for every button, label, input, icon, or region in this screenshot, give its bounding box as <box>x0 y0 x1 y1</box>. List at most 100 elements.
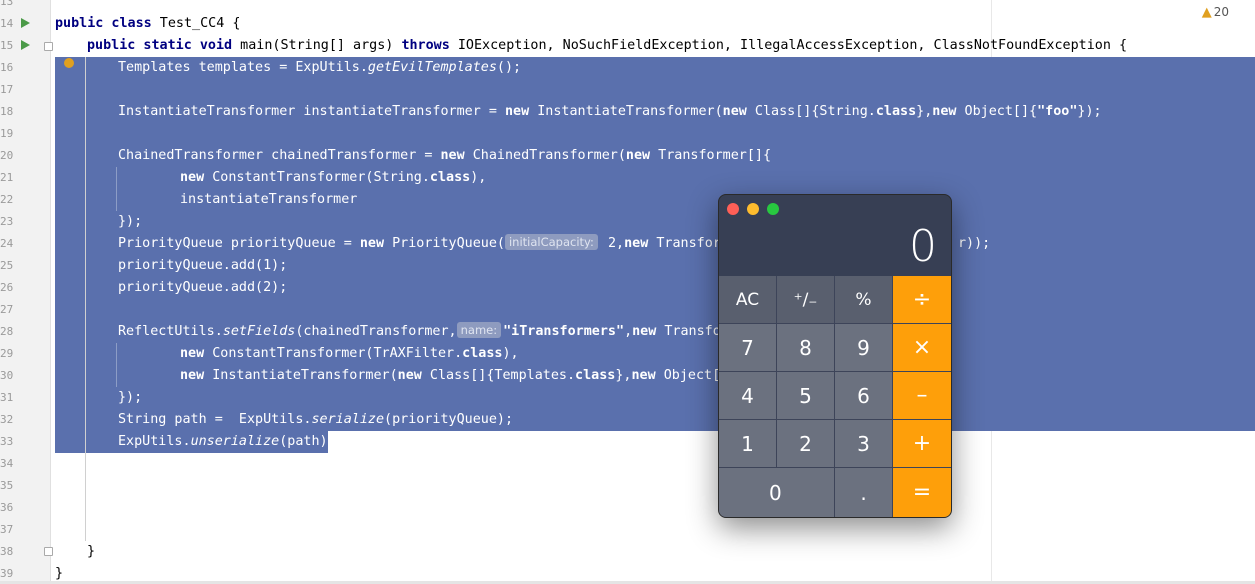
code-editor[interactable]: 13 14 15 16 17 18 19 20 21 22 23 24 25 2… <box>0 0 1255 584</box>
digit-8-button[interactable]: 8 <box>777 324 834 371</box>
keyword: class <box>875 104 917 119</box>
code-line[interactable]: ExpUtils.unserialize(path); <box>55 431 336 453</box>
line-number: 13 <box>0 0 14 8</box>
minimize-button[interactable] <box>747 203 759 215</box>
string-literal: "iTransformers" <box>503 324 625 339</box>
all-clear-button[interactable]: AC <box>719 276 776 323</box>
keyword: new <box>180 170 205 185</box>
keyword: new <box>625 148 651 163</box>
method-call: getEvilTemplates <box>367 60 497 75</box>
line-number: 21 <box>0 171 14 184</box>
code-text: (chainedTransformer, <box>295 324 457 339</box>
code-text: }, <box>916 104 933 119</box>
decimal-button[interactable]: . <box>835 468 892 517</box>
equals-button[interactable]: = <box>893 468 951 517</box>
code-line[interactable]: } <box>55 541 95 563</box>
subtract-button[interactable]: – <box>893 372 951 419</box>
line-number: 20 <box>0 149 14 162</box>
digit-9-button[interactable]: 9 <box>835 324 892 371</box>
digit-4-button[interactable]: 4 <box>719 372 776 419</box>
code-text: Templates templates = ExpUtils. <box>118 60 368 75</box>
line-number: 19 <box>0 127 14 140</box>
code-text: priorityQueue.add(1); <box>118 258 288 273</box>
line-number: 15 <box>0 39 14 52</box>
run-main-icon[interactable] <box>21 40 30 50</box>
code-line[interactable]: }); <box>55 387 142 409</box>
code-line[interactable]: new ConstantTransformer(TrAXFilter.class… <box>55 343 519 365</box>
keyword: class <box>429 170 471 185</box>
close-button[interactable] <box>727 203 739 215</box>
digit-2-button[interactable]: 2 <box>777 420 834 467</box>
keyword: class <box>575 368 616 383</box>
line-number: 38 <box>0 545 14 558</box>
toggle-sign-button[interactable]: ⁺∕₋ <box>777 276 834 323</box>
code-line[interactable]: ReflectUtils.setFields(chainedTransforme… <box>55 321 737 343</box>
line-number: 26 <box>0 281 14 294</box>
code-line[interactable]: new InstantiateTransformer(new Class[]{T… <box>55 365 736 387</box>
inspection-warnings-indicator[interactable]: ▲ 20 <box>1202 5 1229 20</box>
code-line[interactable]: new ConstantTransformer(String.class), <box>55 167 486 189</box>
code-text: Class[]{String. <box>746 104 876 119</box>
calculator-display: 0 <box>909 221 937 272</box>
line-number-gutter[interactable]: 13 14 15 16 17 18 19 20 21 22 23 24 25 2… <box>0 0 53 584</box>
code-line[interactable]: InstantiateTransformer instantiateTransf… <box>55 101 1102 123</box>
digit-1-button[interactable]: 1 <box>719 420 776 467</box>
digit-3-button[interactable]: 3 <box>835 420 892 467</box>
keyword: class <box>462 346 503 361</box>
code-text: Class[]{Templates. <box>421 368 576 383</box>
fold-icon[interactable] <box>44 42 53 51</box>
multiply-button[interactable]: × <box>893 324 951 371</box>
code-line[interactable]: String path = ExpUtils.serialize(priorit… <box>55 409 513 431</box>
line-number: 22 <box>0 193 14 206</box>
code-text: }); <box>118 214 143 229</box>
fold-icon[interactable] <box>44 547 53 556</box>
code-line[interactable]: priorityQueue.add(1); <box>55 255 287 277</box>
warning-icon: ▲ <box>1201 5 1212 20</box>
code-text: main(String[] args) <box>232 38 402 53</box>
calculator-keypad: AC ⁺∕₋ % ÷ 7 8 9 × 4 5 6 – 1 2 3 + 0 . = <box>719 276 951 517</box>
code-line[interactable]: public class Test_CC4 { <box>55 13 240 35</box>
code-text: priorityQueue.add(2); <box>118 280 288 295</box>
digit-7-button[interactable]: 7 <box>719 324 776 371</box>
keyword: new <box>631 368 656 383</box>
keyword: public static void <box>87 38 233 53</box>
code-line[interactable]: Templates templates = ExpUtils.getEvilTe… <box>55 57 521 79</box>
code-text: Object[]{ <box>956 104 1038 119</box>
code-text: r)); <box>958 236 991 251</box>
keyword: new <box>932 104 957 119</box>
line-number: 36 <box>0 501 14 514</box>
line-number: 34 <box>0 457 14 470</box>
zoom-button[interactable] <box>767 203 779 215</box>
divide-button[interactable]: ÷ <box>893 276 951 323</box>
keyword: new <box>440 148 465 163</box>
line-number: 16 <box>0 61 14 74</box>
code-line[interactable]: instantiateTransformer <box>55 189 357 211</box>
digit-5-button[interactable]: 5 <box>777 372 834 419</box>
method-call: setFields <box>222 324 296 339</box>
code-text: ChainedTransformer( <box>464 148 626 163</box>
keyword: new <box>624 236 649 251</box>
run-class-icon[interactable] <box>21 18 30 28</box>
code-text: InstantiateTransformer instantiateTransf… <box>118 104 505 119</box>
code-text: ConstantTransformer(String. <box>204 170 430 185</box>
code-line[interactable]: public static void main(String[] args) t… <box>55 35 1127 57</box>
code-text: }); <box>1077 104 1102 119</box>
code-text: String path = ExpUtils. <box>118 412 312 427</box>
code-line[interactable]: ChainedTransformer chainedTransformer = … <box>55 145 771 167</box>
code-text: IOException, NoSuchFieldException, Illeg… <box>449 38 1128 53</box>
method-call: unserialize <box>190 434 280 449</box>
code-line[interactable]: }); <box>55 211 142 233</box>
digit-0-button[interactable]: 0 <box>719 468 834 517</box>
digit-6-button[interactable]: 6 <box>835 372 892 419</box>
code-text: ), <box>502 346 519 361</box>
percent-button[interactable]: % <box>835 276 892 323</box>
code-text: instantiateTransformer <box>180 192 358 207</box>
line-number: 27 <box>0 303 14 316</box>
code-text: 2, <box>599 236 625 251</box>
code-text: }, <box>615 368 632 383</box>
code-line[interactable]: PriorityQueue priorityQueue = new Priori… <box>55 233 737 255</box>
calculator-window[interactable]: 0 AC ⁺∕₋ % ÷ 7 8 9 × 4 5 6 – 1 2 3 + 0 .… <box>718 194 952 518</box>
code-line[interactable]: priorityQueue.add(2); <box>55 277 287 299</box>
keyword: new <box>722 104 747 119</box>
add-button[interactable]: + <box>893 420 951 467</box>
